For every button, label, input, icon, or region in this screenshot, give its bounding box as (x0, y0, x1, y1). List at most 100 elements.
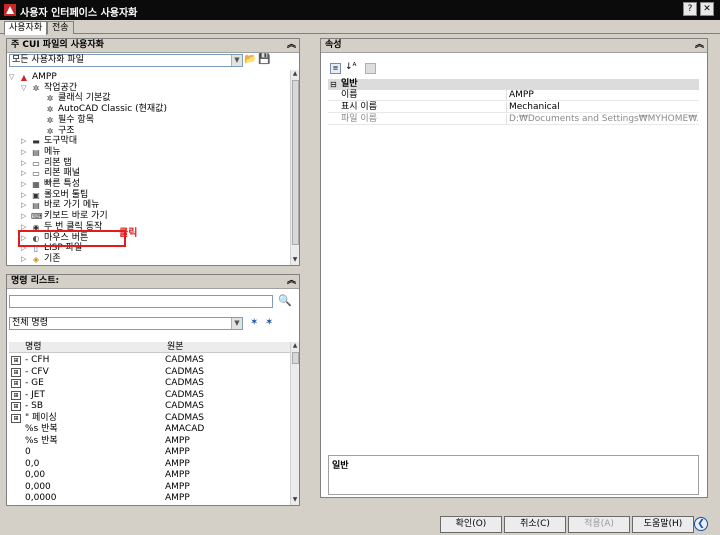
scroll-down-icon[interactable]: ▼ (291, 256, 299, 264)
tree-node[interactable]: ▤ 바로 가기 메뉴 (31, 200, 99, 211)
tree-expander-icon[interactable]: ▷ (21, 191, 26, 199)
table-row[interactable]: ⊞ - CFV CADMAS (9, 367, 290, 378)
property-row[interactable]: 파일 이름 D:₩Documents and Settings₩MYHOME₩Ap… (328, 114, 699, 125)
table-row[interactable]: ⊞ - CFH CADMAS (9, 355, 290, 366)
collapse-icon[interactable]: ︽ (287, 275, 296, 288)
tab-transfer[interactable]: 전송 (47, 21, 74, 34)
command-name: " 페이싱 (25, 413, 57, 423)
tree-node[interactable]: ✲ 클래식 기본값 (45, 93, 111, 104)
table-row[interactable]: ⊞ - SB CADMAS (9, 401, 290, 412)
command-source: CADMAS (165, 378, 205, 388)
command-scrollbar[interactable]: ▲ ▼ (290, 342, 299, 505)
collapse-category-icon[interactable]: ⊟ (330, 79, 337, 90)
load-file-icon[interactable]: 📂 (244, 54, 256, 66)
tree-expander-icon[interactable]: ▷ (21, 255, 26, 263)
search-icon[interactable]: 🔍 (278, 294, 292, 307)
ok-button[interactable]: 확인(O) (440, 516, 502, 533)
property-value[interactable]: Mechanical (506, 102, 698, 113)
tree-expander-icon[interactable]: ▷ (21, 137, 26, 145)
table-row[interactable]: %s 반복 AMPP (9, 436, 290, 447)
cui-file-combo[interactable]: 모든 사용자화 파일 ▼ (9, 54, 243, 67)
chevron-down-icon[interactable]: ▼ (231, 55, 242, 66)
save-icon[interactable]: 💾 (258, 54, 270, 66)
tree-node[interactable]: ⌨키보드 바로 가기 (31, 211, 108, 222)
tree-node[interactable]: ▦ 빠른 특성 (31, 179, 80, 190)
tree-expander-icon[interactable]: ▷ (21, 159, 26, 167)
tree-node-label: 구조 (58, 126, 75, 136)
help-button[interactable]: 도움말(H) (632, 516, 694, 533)
sort-alpha-icon[interactable]: ↓ᴬ (345, 62, 356, 72)
tree-scroll-thumb[interactable] (292, 80, 299, 245)
property-row[interactable]: 이름 AMPP (328, 90, 699, 101)
property-value[interactable]: D:₩Documents and Settings₩MYHOME₩Applica… (506, 114, 698, 125)
table-row[interactable]: %s 반복 AMACAD (9, 424, 290, 435)
tree-node[interactable]: ✲ 필수 항목 (45, 115, 94, 126)
categorized-icon[interactable]: ≡ (330, 63, 341, 74)
command-search-input[interactable] (9, 295, 273, 308)
scroll-down-icon[interactable]: ▼ (291, 496, 299, 504)
new-command-icon[interactable]: ✶ (250, 317, 258, 328)
table-row[interactable]: ⊞ - JET CADMAS (9, 390, 290, 401)
tab-customize[interactable]: 사용자화 (4, 21, 48, 35)
tree-expander-icon[interactable]: ▷ (21, 212, 26, 220)
collapse-dialog-icon[interactable]: ❮ (694, 517, 708, 531)
tree-expander-icon[interactable]: ▷ (21, 201, 26, 209)
command-scroll-thumb[interactable] (292, 352, 299, 364)
collapse-icon[interactable]: ︽ (695, 39, 704, 52)
tree-node[interactable]: ▭ 리본 패널 (31, 168, 80, 179)
tree-scrollbar[interactable]: ▲ ▼ (290, 70, 299, 265)
tree-node[interactable]: ✲ AutoCAD Classic (현재값) (45, 104, 167, 115)
command-name: %s 반복 (25, 424, 58, 434)
property-pages-icon[interactable] (365, 63, 376, 74)
command-source: CADMAS (165, 413, 205, 423)
scroll-up-icon[interactable]: ▲ (291, 70, 299, 78)
table-row[interactable]: 0,0000 AMPP (9, 493, 290, 504)
apply-button[interactable]: 적용(A) (568, 516, 630, 533)
column-source[interactable]: 원본 (167, 342, 184, 352)
column-command[interactable]: 명령 (25, 342, 42, 352)
shortcut-menu-icon: ▤ (32, 201, 40, 210)
tree-expander-icon[interactable]: ▽ (9, 73, 14, 81)
command-name: - CFH (25, 355, 50, 365)
tree-expander-icon[interactable]: ▷ (21, 169, 26, 177)
sb-icon: ⊞ (11, 402, 21, 411)
property-category-row[interactable]: ⊟ 일반 (328, 79, 699, 90)
table-row[interactable]: 0 AMPP (9, 447, 290, 458)
gear-icon: ✲ (46, 105, 54, 114)
command-filter-combo[interactable]: 전체 명령 ▼ (9, 317, 243, 330)
tree-expander-icon[interactable]: ▽ (21, 84, 26, 92)
table-row[interactable]: 0,000 AMPP (9, 482, 290, 493)
tree-node[interactable]: ◈ 기존 (31, 254, 61, 265)
command-source: AMPP (165, 436, 190, 446)
scroll-up-icon[interactable]: ▲ (291, 342, 299, 350)
tree-node-label: 메뉴 (44, 147, 61, 157)
tree-node[interactable]: ▤ 메뉴 (31, 147, 61, 158)
ribbon-tab-icon: ▭ (32, 159, 40, 168)
command-name: %s 반복 (25, 436, 58, 446)
find-replace-icon[interactable]: ✶ (265, 317, 273, 328)
window-title: 사용자 인터페이스 사용자화 (20, 8, 138, 19)
command-name: 0,0 (25, 459, 40, 469)
highlight-box (18, 230, 126, 247)
close-window-button[interactable]: ✕ (700, 2, 714, 16)
help-window-button[interactable]: ? (683, 2, 697, 16)
cui-file-combo-value: 모든 사용자화 파일 (12, 55, 84, 65)
table-row[interactable]: 0,0 AMPP (9, 459, 290, 470)
collapse-icon[interactable]: ︽ (287, 39, 296, 52)
command-name: - SB (25, 401, 43, 411)
tree-node-label: 키보드 바로 가기 (44, 211, 108, 221)
tree-node[interactable]: ▲ AMPP (19, 72, 57, 83)
tree-expander-icon[interactable]: ▷ (21, 180, 26, 188)
command-list-panel: 명령 리스트: ︽ 🔍 전체 명령 ▼ ✶ ✶ 명령 원본 ⊞ - CFH CADM… (6, 274, 300, 506)
tree-node-label: 롤오버 툴팁 (44, 190, 89, 200)
table-row[interactable]: ⊞ - GE CADMAS (9, 378, 290, 389)
table-row[interactable]: 0,00 AMPP (9, 470, 290, 481)
property-value[interactable]: AMPP (506, 90, 698, 101)
tree-node[interactable]: ▬ 도구막대 (31, 136, 77, 147)
property-row[interactable]: 표시 이름 Mechanical (328, 102, 699, 113)
chevron-down-icon[interactable]: ▼ (231, 318, 242, 329)
autocad-logo-icon (4, 4, 16, 16)
cancel-button[interactable]: 취소(C) (504, 516, 566, 533)
tree-expander-icon[interactable]: ▷ (21, 148, 26, 156)
table-row[interactable]: ⊞ " 페이싱 CADMAS (9, 413, 290, 424)
